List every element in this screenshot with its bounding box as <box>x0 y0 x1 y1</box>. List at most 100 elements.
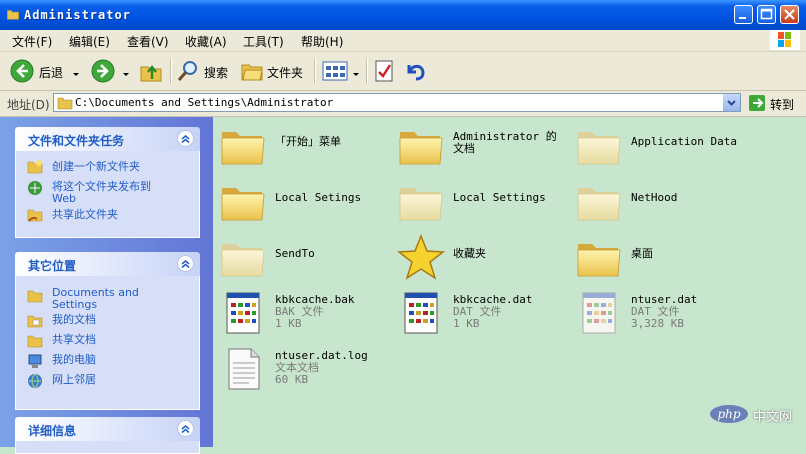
collapse-icon[interactable] <box>177 130 194 147</box>
file-item[interactable]: SendTo <box>219 234 389 286</box>
file-size: 1 KB <box>275 317 302 330</box>
window-title: Administrator <box>24 8 131 22</box>
close-button[interactable] <box>780 5 799 24</box>
file-name: 收藏夹 <box>453 247 486 260</box>
maximize-button[interactable] <box>757 5 776 24</box>
folders-icon <box>241 64 263 81</box>
file-item[interactable]: kbkcache.bak BAK 文件 1 KB <box>219 289 389 341</box>
task-publish-web[interactable]: 将这个文件夹发布到 Web <box>52 181 170 205</box>
address-input[interactable]: C:\Documents and Settings\Administrator <box>53 93 741 112</box>
file-name: SendTo <box>275 247 315 260</box>
file-size: 3,328 KB <box>631 317 684 330</box>
new-folder-icon <box>27 160 43 175</box>
file-tasks-body: 创建一个新文件夹 将这个文件夹发布到 Web 共享此文件夹 <box>15 151 200 238</box>
details-panel: 详细信息 <box>15 417 200 454</box>
address-dropdown-button[interactable] <box>722 94 740 111</box>
menu-help[interactable]: 帮助(H) <box>301 33 343 50</box>
go-button[interactable]: 转到 <box>746 94 802 113</box>
task-new-folder[interactable]: 创建一个新文件夹 <box>52 161 192 173</box>
back-label: 后退 <box>39 66 64 80</box>
php-watermark: php 中文网 <box>707 403 806 425</box>
minimize-icon <box>739 17 746 19</box>
file-tasks-header[interactable]: 文件和文件夹任务 <box>15 127 200 151</box>
file-item[interactable]: NetHood <box>575 178 745 230</box>
details-title: 详细信息 <box>28 424 77 438</box>
other-places-header[interactable]: 其它位置 <box>15 252 200 276</box>
menu-edit[interactable]: 编辑(E) <box>69 33 110 50</box>
file-name: Application Data <box>631 135 737 148</box>
folder-icon <box>575 234 623 282</box>
details-body <box>15 441 200 454</box>
details-header[interactable]: 详细信息 <box>15 417 200 441</box>
undo-icon <box>407 64 425 81</box>
file-item[interactable]: 桌面 <box>575 234 745 286</box>
my-documents-icon <box>27 313 43 329</box>
place-shared-documents[interactable]: 共享文档 <box>52 334 96 346</box>
file-tasks-title: 文件和文件夹任务 <box>28 134 125 148</box>
file-item[interactable]: ntuser.dat DAT 文件 3,328 KB <box>575 289 745 341</box>
file-item[interactable]: ntuser.dat.log 文本文档 60 KB <box>219 345 389 397</box>
go-arrow-icon <box>749 95 765 111</box>
file-item[interactable]: 收藏夹 <box>397 234 567 286</box>
title-bar[interactable]: Administrator <box>0 0 806 30</box>
file-item[interactable]: kbkcache.dat DAT 文件 1 KB <box>397 289 567 341</box>
collapse-icon[interactable] <box>177 255 194 272</box>
file-item[interactable]: Local Setings <box>219 178 389 230</box>
task-share-folder[interactable]: 共享此文件夹 <box>52 209 118 221</box>
application-file-icon <box>397 289 445 337</box>
share-folder-icon <box>27 207 43 222</box>
place-my-computer[interactable]: 我的电脑 <box>52 354 96 366</box>
back-button[interactable]: 后退 <box>10 58 82 84</box>
folder-icon <box>397 122 445 170</box>
file-item[interactable]: Local Settings <box>397 178 567 230</box>
folder-icon <box>27 288 43 304</box>
folders-label: 文件夹 <box>267 66 304 80</box>
views-dropdown-icon[interactable] <box>353 73 359 76</box>
chevron-down-icon <box>727 100 736 106</box>
search-icon <box>177 61 197 81</box>
forward-button[interactable] <box>91 58 131 84</box>
up-button[interactable] <box>139 58 165 84</box>
folder-up-icon <box>140 65 162 82</box>
menu-file[interactable]: 文件(F) <box>12 33 52 50</box>
folder-icon <box>57 95 73 111</box>
forward-dropdown-icon[interactable] <box>123 73 129 76</box>
folder-icon <box>219 178 267 226</box>
minimize-button[interactable] <box>734 5 753 24</box>
file-item[interactable]: Application Data <box>575 122 745 174</box>
place-my-documents[interactable]: 我的文档 <box>52 314 96 326</box>
menu-view[interactable]: 查看(V) <box>127 33 169 50</box>
menu-tools[interactable]: 工具(T) <box>243 33 284 50</box>
address-bar: 地址(D) C:\Documents and Settings\Administ… <box>0 91 806 117</box>
menu-bar: 文件(F) 编辑(E) 查看(V) 收藏(A) 工具(T) 帮助(H) <box>0 30 806 52</box>
shared-documents-icon <box>27 333 43 349</box>
search-button[interactable]: 搜索 <box>176 58 232 84</box>
star-icon <box>397 234 445 282</box>
my-computer-icon <box>28 354 42 368</box>
undo-button[interactable] <box>403 58 427 84</box>
file-item[interactable]: 「开始」菜单 <box>219 122 389 174</box>
folders-button[interactable]: 文件夹 <box>240 58 308 84</box>
file-name: Administrator 的文档 <box>453 130 557 155</box>
address-path: C:\Documents and Settings\Administrator <box>75 96 334 109</box>
back-dropdown-icon[interactable] <box>73 73 79 76</box>
folder-icon <box>397 178 445 226</box>
close-icon <box>784 9 795 20</box>
file-name: 桌面 <box>631 247 653 260</box>
windows-logo-icon <box>770 30 800 50</box>
file-name: Local Setings <box>275 191 362 204</box>
place-documents-and-settings[interactable]: Documents and Settings <box>52 287 162 311</box>
file-item[interactable]: Administrator 的文档 <box>397 122 567 174</box>
address-label: 地址(D) <box>7 98 50 112</box>
other-places-body: Documents and Settings 我的文档 共享文档 我的电脑 网上… <box>15 276 200 410</box>
menu-favorites[interactable]: 收藏(A) <box>185 33 227 50</box>
application-file-icon <box>219 289 267 337</box>
views-button[interactable] <box>322 58 362 84</box>
back-arrow-icon <box>10 59 34 83</box>
other-places-title: 其它位置 <box>28 259 77 273</box>
collapse-icon[interactable] <box>177 420 194 437</box>
forward-arrow-icon <box>91 59 115 83</box>
search-label: 搜索 <box>204 66 229 80</box>
properties-button[interactable] <box>373 58 397 84</box>
place-network-places[interactable]: 网上邻居 <box>52 374 96 386</box>
